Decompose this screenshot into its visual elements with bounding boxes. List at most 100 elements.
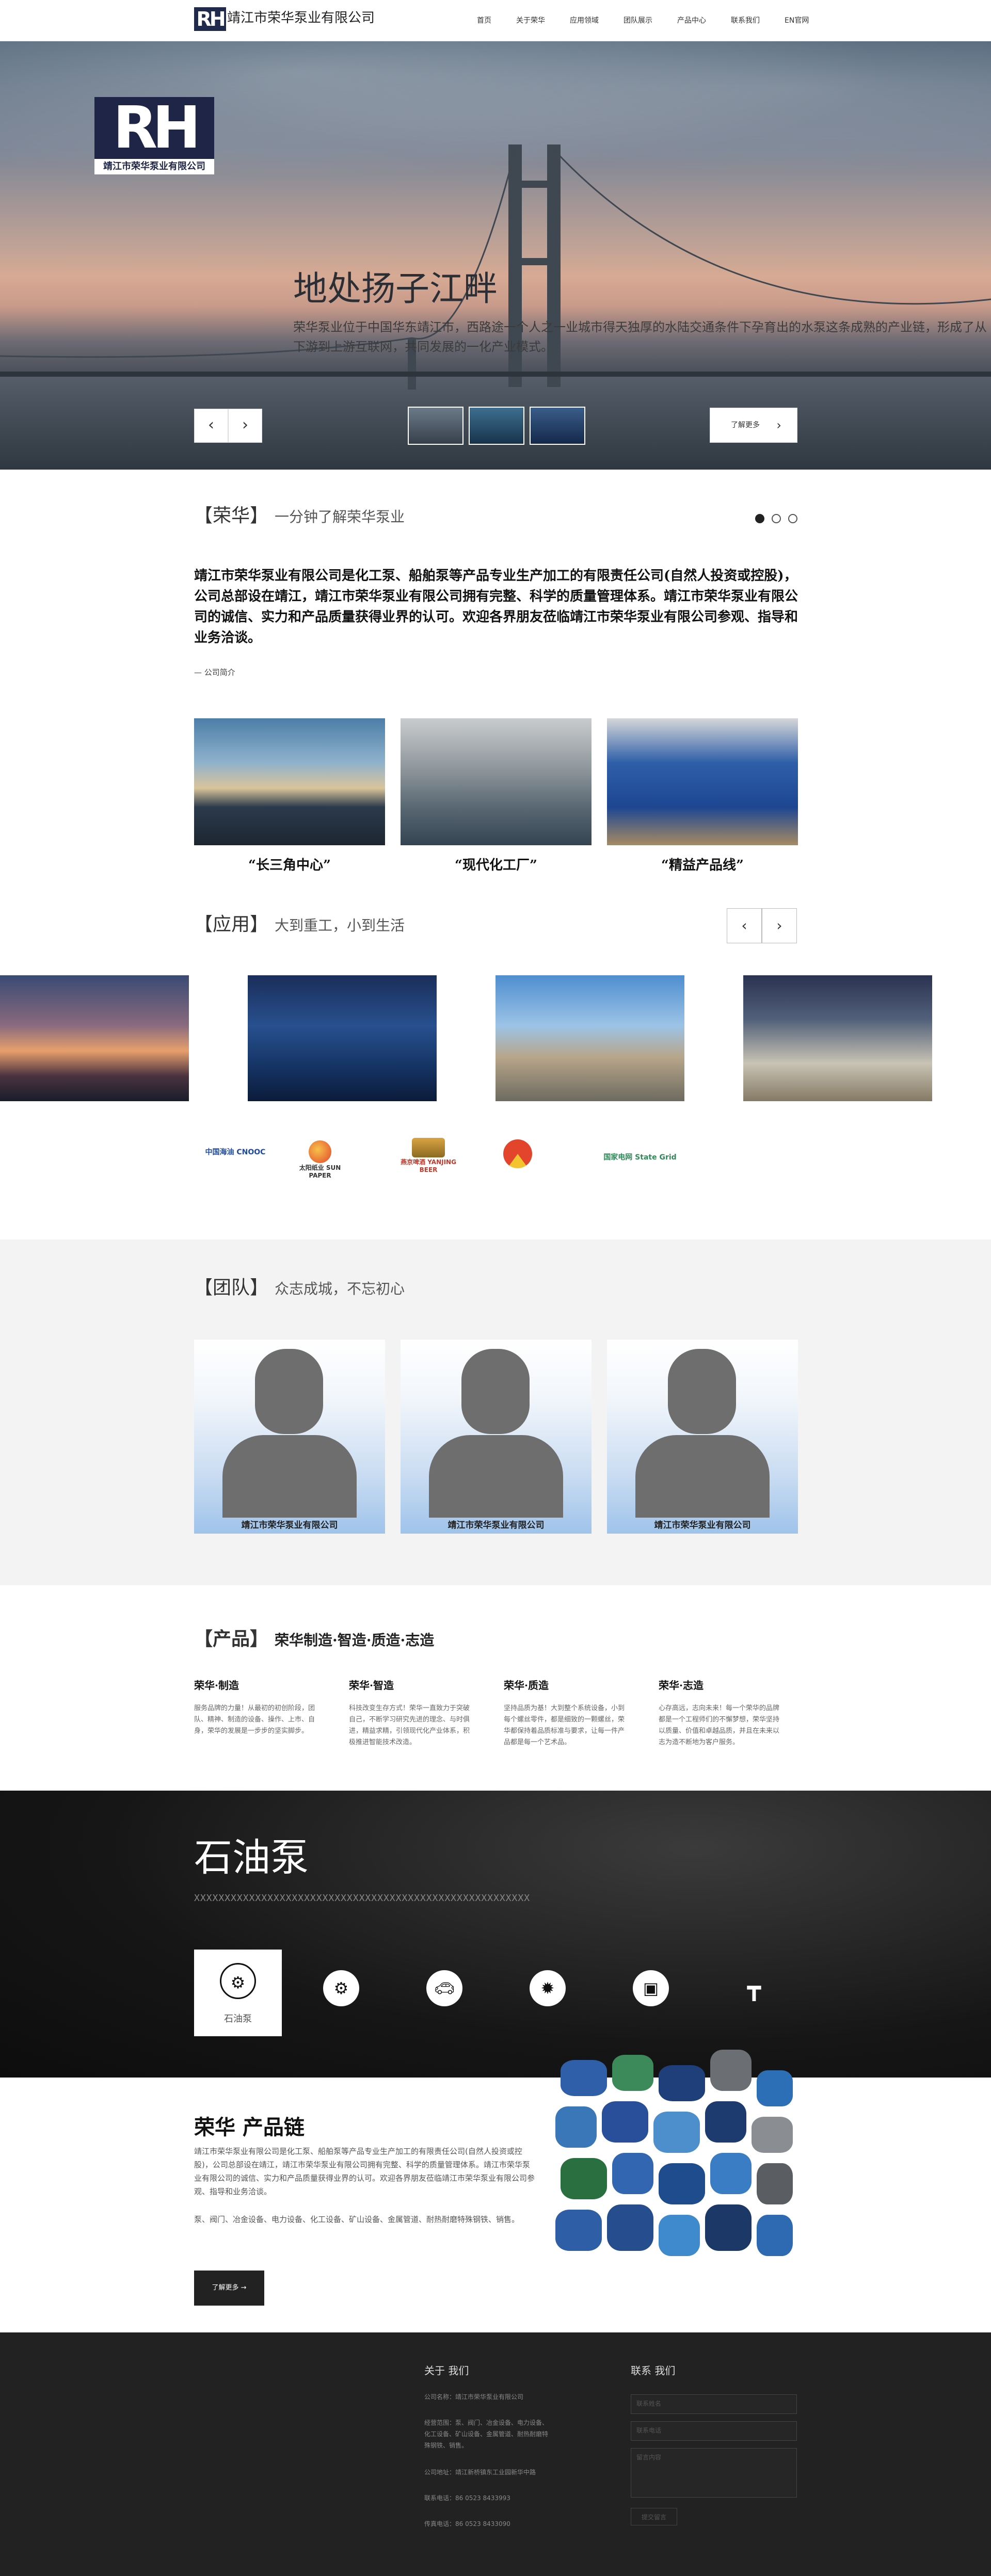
company-name[interactable]: 靖江市荣华泵业有限公司 — [227, 9, 375, 27]
top-nav: RH 靖江市荣华泵业有限公司 首页 关于荣华 应用领域 团队展示 产品中心 联系… — [0, 0, 991, 41]
menu-item-applications[interactable]: 应用领域 — [557, 14, 611, 27]
product-column-text: 心存高远，志向未来！每一个荣华的品牌都是一个工程师们的不懈梦想，荣华坚持以质量、… — [659, 1704, 780, 1746]
team-bracket-title: 【团队】 — [194, 1277, 269, 1298]
yangtze-delta-photo — [194, 718, 385, 845]
footer-address: 公司地址：靖江新桥镇东工业园新华中路 — [424, 2469, 536, 2476]
hero-title: 地处扬子江畔 — [293, 269, 498, 309]
footer-about-heading: 关于 我们 — [424, 2364, 469, 2377]
showcase-divider-text: XXXXXXXXXXXXXXXXXXXXXXXXXXXXXXXXXXXXXXXX… — [194, 1893, 531, 1904]
avatar-silhouette-body — [429, 1435, 563, 1518]
menu-item-contact[interactable]: 联系我们 — [718, 14, 772, 27]
hero-logo: RH 靖江市荣华泵业有限公司 — [94, 97, 214, 174]
menu-item-about[interactable]: 关于荣华 — [504, 14, 557, 27]
avatar-silhouette-body — [635, 1435, 770, 1518]
menu-item-english[interactable]: EN官网 — [772, 14, 821, 27]
fire-icon: ✹ — [530, 1970, 566, 2006]
company-profile-link[interactable]: — 公司简介 — [194, 667, 235, 678]
footer-contact-heading: 联系 我们 — [631, 2364, 676, 2377]
contact-phone-field[interactable]: 联系电话 — [631, 2421, 797, 2441]
state-grid-logo: 国家电网 State Grid — [603, 1153, 677, 1162]
menu-item-team[interactable]: 团队展示 — [611, 14, 665, 27]
product-column-text: 坚持品质为基！大到整个系统设备，小到每个螺丝零件，都是细致的一颗螺丝，荣华都保持… — [504, 1704, 625, 1746]
petal-icon — [503, 1139, 532, 1168]
tab-gear[interactable]: ⚙ — [297, 1950, 385, 2036]
footer-company-name: 公司名称：靖江市荣华泵业有限公司 — [424, 2393, 524, 2401]
yanjing-beer-logo: 燕京啤酒 YANJING BEER — [397, 1138, 459, 1173]
pager-dot[interactable] — [755, 514, 764, 523]
product-chain-learn-more-button[interactable]: 了解更多 → — [194, 2271, 264, 2306]
footer-phone: 联系电话：86 0523 8433993 — [424, 2494, 510, 2502]
caption-product-line: “精益产品线” — [661, 858, 744, 873]
hero-learn-more-button[interactable]: 了解更多 › — [710, 408, 797, 443]
pager-dot[interactable] — [788, 514, 797, 523]
oil-pumpjack-photo — [0, 975, 189, 1101]
team-subtitle: 众志成城，不忘初心 — [275, 1280, 405, 1297]
hero-thumbnails — [408, 407, 585, 445]
avatar-silhouette — [255, 1349, 323, 1434]
team-member-card[interactable]: 靖江市荣华泵业有限公司 — [401, 1340, 592, 1534]
sun-paper-logo: 太阳纸业 SUN PAPER — [289, 1140, 351, 1179]
yanjing-beer-name: 燕京啤酒 YANJING BEER — [401, 1158, 456, 1173]
offshore-rig-photo — [248, 975, 437, 1101]
footer — [0, 2332, 991, 2576]
product-chain-paragraph: 靖江市荣华泵业有限公司是化工泵、船舶泵等产品专业生产加工的有限责任公司(自然人投… — [194, 2147, 535, 2196]
car-icon: 🚗︎ — [426, 1970, 462, 2006]
product-column-heading: 荣华·制造 — [194, 1679, 239, 1692]
product-column-text: 服务品牌的力量！从最初的初创阶段，团队、精神、制造的设备、操作、上市、自身，荣华… — [194, 1704, 315, 1735]
sun-paper-name: 太阳纸业 SUN PAPER — [299, 1164, 341, 1179]
apps-next-button[interactable]: › — [762, 908, 797, 943]
product-column-heading: 荣华·智造 — [349, 1679, 394, 1692]
product-column-heading: 荣华·质造 — [504, 1679, 549, 1692]
menu-item-home[interactable]: 首页 — [465, 14, 504, 27]
hero-thumbnail[interactable] — [530, 407, 585, 445]
petrochina-logo — [500, 1139, 536, 1170]
menu-item-products[interactable]: 产品中心 — [665, 14, 718, 27]
apps-prev-button[interactable]: ‹ — [727, 908, 762, 943]
applications-subtitle: 大到重工，小到生活 — [275, 917, 405, 934]
team-member-card[interactable]: 靖江市荣华泵业有限公司 — [194, 1340, 385, 1534]
about-pager — [755, 514, 797, 523]
hero-prev-button[interactable]: ‹ — [194, 409, 228, 443]
pump-icon: ⚙ — [220, 1963, 256, 1999]
tab-drum[interactable]: ▣ — [607, 1950, 695, 2036]
tab-fire[interactable]: ✹ — [504, 1950, 592, 2036]
learn-more-label: 了解更多 — [731, 421, 760, 429]
pump-collage-image — [555, 2050, 798, 2277]
about-heading: 【荣华】 一分钟了解荣华泵业 — [194, 504, 405, 529]
logo-mark[interactable]: RH — [194, 7, 226, 31]
showcase-title: 石油泵 — [194, 1836, 309, 1880]
tab-car[interactable]: 🚗︎ — [401, 1950, 488, 2036]
footer-business-scope: 经营范围：泵、阀门、冶金设备、电力设备、化工设备、矿山设备、金属管道、耐热耐磨特… — [424, 2419, 549, 2449]
team-member-card[interactable]: 靖江市荣华泵业有限公司 — [607, 1340, 798, 1534]
hero-logo-mark: RH — [113, 94, 201, 162]
hero-banner: RH 靖江市荣华泵业有限公司 地处扬子江畔 荣华泵业位于中国华东靖江市，西路途一… — [0, 41, 991, 470]
contact-submit-button[interactable]: 提交留言 — [631, 2508, 677, 2525]
sun-icon — [309, 1140, 331, 1163]
footer-fax: 传真电话：86 0523 8433090 — [424, 2520, 510, 2527]
tab-oil-pump[interactable]: ⚙ 石油泵 — [194, 1950, 282, 2036]
team-member-label: 靖江市荣华泵业有限公司 — [447, 1520, 545, 1531]
product-line-photo — [607, 718, 798, 845]
contact-name-field[interactable]: 联系姓名 — [631, 2394, 797, 2414]
tab-oil-pump-label: 石油泵 — [224, 2014, 252, 2024]
hero-next-button[interactable]: › — [228, 409, 262, 443]
hero-thumbnail[interactable] — [469, 407, 524, 445]
applications-heading: 【应用】 大到重工，小到生活 — [194, 912, 405, 938]
tab-valve[interactable]: ┳ — [710, 1950, 798, 2036]
avatar-silhouette — [461, 1349, 530, 1434]
contact-message-field[interactable]: 留言内容 — [631, 2448, 797, 2498]
product-chain-title: 荣华 产品链 — [194, 2115, 305, 2139]
refinery-photo — [496, 975, 684, 1101]
products-heading: 【产品】 荣华制造·智造·质造·志造 — [194, 1627, 434, 1653]
applications-bracket-title: 【应用】 — [194, 914, 269, 935]
product-chain-scope: 泵、阀门、冶金设备、电力设备、化工设备、矿山设备、金属管道、耐热耐磨特殊钢铁、销… — [194, 2215, 520, 2224]
hero-thumbnail[interactable] — [408, 407, 463, 445]
hero-description: 荣华泵业位于中国华东靖江市，西路途一个人之一业城市得天独厚的水陆交通条件下孕育出… — [293, 320, 987, 354]
about-intro: 靖江市荣华泵业有限公司是化工泵、船舶泵等产品专业生产加工的有限责任公司(自然人投… — [194, 568, 798, 646]
avatar-silhouette — [668, 1349, 736, 1434]
about-subtitle: 一分钟了解荣华泵业 — [275, 508, 405, 525]
products-subtitle: 荣华制造·智造·质造·志造 — [275, 1632, 435, 1649]
product-column-text: 科技改变生存方式！荣华一直致力于突破自己，不断学习研究先进的理念、与时俱进，精益… — [349, 1704, 470, 1746]
paper-mill-photo — [743, 975, 932, 1101]
pager-dot[interactable] — [772, 514, 781, 523]
